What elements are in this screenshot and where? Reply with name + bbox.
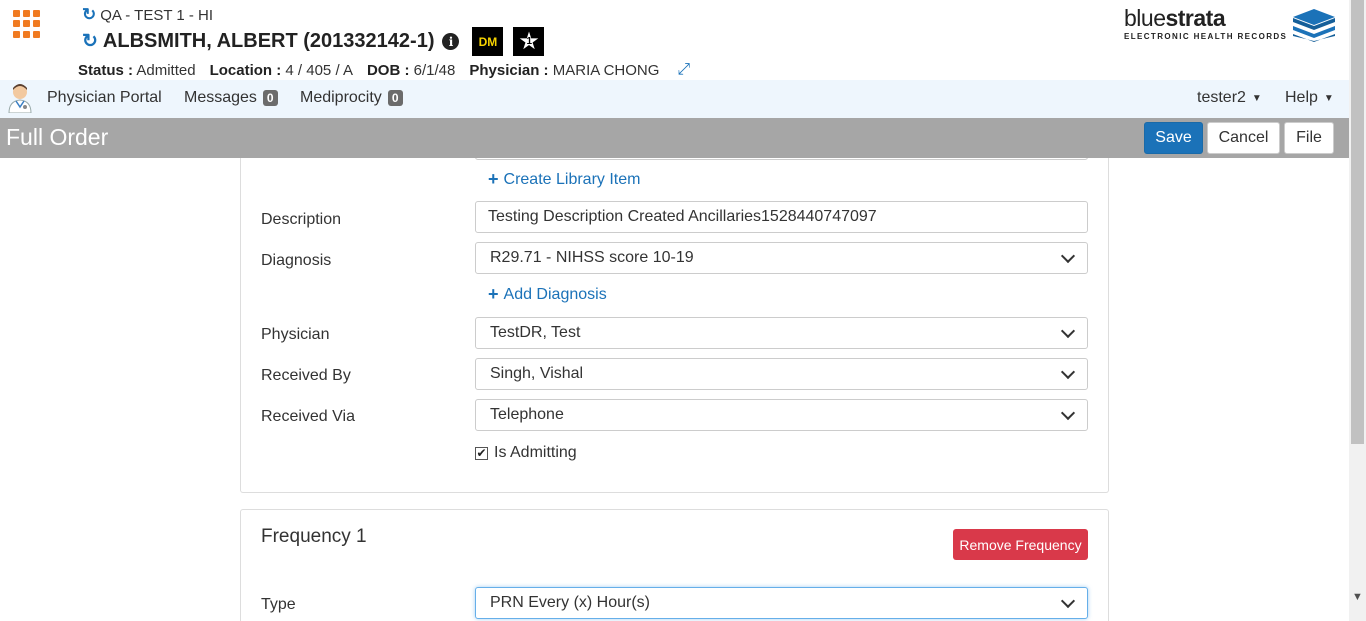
app-menu-grid-icon[interactable] [13,10,41,38]
help-caret-down-icon: ▼ [1323,92,1334,104]
dob-value: 6/1/48 [413,61,456,79]
star-badge-icon[interactable]: ★ 1 [513,27,545,56]
physician-avatar-icon [8,84,32,113]
plus-icon: + [488,284,499,304]
patient-info-icon[interactable]: i [442,33,460,50]
nav-mediprocity[interactable]: Mediprocity 0 [300,89,403,107]
frequency-type-value: PRN Every (x) Hour(s) [490,594,651,611]
facility-row: ↻ QA - TEST 1 - HI [82,5,213,25]
nav-physician-portal[interactable]: Physician Portal [47,89,162,107]
refresh-facility-icon[interactable]: ↻ [82,5,96,25]
page-titlebar: Full Order Save Cancel File [0,118,1349,158]
star-badge-number-icon: 1 [526,36,533,47]
help-menu-label: Help [1285,89,1318,106]
is-admitting-checkbox[interactable]: ✔ [475,446,488,460]
physician-label: Physician [261,326,330,343]
add-diagnosis-label: Add Diagnosis [503,285,607,303]
patient-meta: Status : Admitted Location : 4 / 405 / A… [78,61,690,79]
nav-messages-label: Messages [184,89,257,106]
description-label: Description [261,211,342,228]
location-value: 4 / 405 / A [285,61,353,79]
chevron-down-icon [1060,405,1076,421]
physician-header-value: MARIA CHONG [552,61,660,79]
chevron-down-icon [1060,248,1076,264]
logo-word-bold: strata [1165,5,1226,31]
is-admitting-label: Is Admitting [494,444,577,461]
physician-field: Physician : MARIA CHONG [469,62,659,79]
physician-header-label: Physician : [469,61,549,79]
description-value: Testing Description Created Ancillaries1… [488,208,877,225]
file-button[interactable]: File [1284,122,1334,154]
cancel-button[interactable]: Cancel [1207,122,1280,154]
diagnosis-select[interactable]: R29.71 - NIHSS score 10-19 [475,242,1088,274]
save-button[interactable]: Save [1144,122,1203,154]
vertical-scrollbar[interactable]: ▼ [1349,0,1366,621]
user-caret-down-icon: ▼ [1251,92,1262,104]
add-diagnosis-link[interactable]: + Add Diagnosis [488,284,607,305]
library-item-field[interactable] [475,158,1088,160]
page-title: Full Order [6,124,109,150]
location-field: Location : 4 / 405 / A [210,62,353,79]
nav-messages[interactable]: Messages 0 [184,89,278,107]
chevron-down-icon [1060,323,1076,339]
user-menu[interactable]: tester2 ▼ [1197,89,1262,107]
received-via-select[interactable]: Telephone [475,399,1088,431]
refresh-patient-icon[interactable]: ↻ [82,30,98,53]
received-via-label: Received Via [261,408,355,425]
frequency-type-select[interactable]: PRN Every (x) Hour(s) [475,587,1088,619]
dob-label: DOB : [366,61,410,79]
user-menu-label: tester2 [1197,89,1246,106]
scrollbar-thumb[interactable] [1351,0,1364,444]
messages-count-badge: 0 [262,90,278,106]
logo-word-light: blue [1124,5,1166,31]
chevron-down-icon [1060,364,1076,380]
remove-frequency-button[interactable]: Remove Frequency [953,529,1088,560]
help-menu[interactable]: Help ▼ [1285,89,1334,107]
patient-name: ALBSMITH, ALBERT (201332142-1) [102,30,435,52]
order-form-scroll-area: + Create Library Item Description Testin… [0,158,1349,621]
plus-icon: + [488,169,499,189]
status-label: Status : [78,61,134,79]
mediprocity-count-badge: 0 [387,90,403,106]
is-admitting-checkbox-row[interactable]: ✔ Is Admitting [475,444,577,462]
type-label: Type [261,596,296,613]
received-by-label: Received By [261,367,351,384]
status-value: Admitted [136,61,196,79]
expand-icon[interactable]: ⤢ [677,61,690,79]
physician-select[interactable]: TestDR, Test [475,317,1088,349]
logo-layers-icon [1293,9,1335,42]
patient-header: ↻ QA - TEST 1 - HI ↻ ALBSMITH, ALBERT (2… [0,0,1349,80]
physician-value: TestDR, Test [490,324,581,341]
frequency-title: Frequency 1 [261,526,367,547]
received-by-select[interactable]: Singh, Vishal [475,358,1088,390]
create-library-item-link[interactable]: + Create Library Item [488,169,640,190]
nav-physician-portal-label: Physician Portal [47,89,162,106]
diagnosis-label: Diagnosis [261,252,332,269]
location-label: Location : [209,61,282,79]
navbar: Physician Portal Messages 0 Mediprocity … [0,80,1349,118]
create-library-item-label: Create Library Item [503,170,641,188]
dob-field: DOB : 6/1/48 [367,62,455,79]
chevron-down-icon [1060,593,1076,609]
facility-name: QA - TEST 1 - HI [100,6,214,24]
nav-mediprocity-label: Mediprocity [300,89,382,106]
patient-name-row: ↻ ALBSMITH, ALBERT (201332142-1) i DM ★ 1 [82,27,545,56]
received-via-value: Telephone [490,406,564,423]
description-input[interactable]: Testing Description Created Ancillaries1… [475,201,1088,233]
received-by-value: Singh, Vishal [490,365,584,382]
diabetes-badge[interactable]: DM [472,27,504,56]
status-field: Status : Admitted [78,62,196,79]
diagnosis-value: R29.71 - NIHSS score 10-19 [490,249,694,266]
bluestrata-logo: bluestrata ELECTRONIC HEALTH RECORDS [1124,6,1336,46]
scroll-down-arrow-icon[interactable]: ▼ [1352,591,1363,603]
